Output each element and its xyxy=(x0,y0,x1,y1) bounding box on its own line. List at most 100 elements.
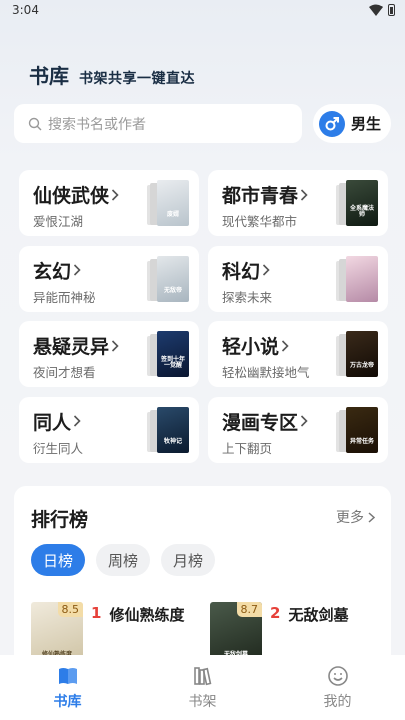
battery-icon xyxy=(388,4,395,16)
category-subtitle: 衍生同人 xyxy=(33,440,84,456)
chevron-right-icon xyxy=(368,511,375,523)
category-subtitle: 轻松幽默接地气 xyxy=(222,365,310,380)
book-stack: 签到十年一觉醒 xyxy=(147,331,189,377)
cover-title: 万古龙帝 xyxy=(349,362,374,369)
tab-label: 日榜 xyxy=(42,551,73,570)
tab-daily[interactable]: 日榜 xyxy=(31,544,85,576)
category-title-text: 轻小说 xyxy=(222,336,280,358)
search-icon xyxy=(28,117,42,130)
book-cover: 签到十年一觉醒 xyxy=(157,331,189,377)
category-title: 悬疑灵异 xyxy=(33,332,119,359)
nav-label: 书库 xyxy=(53,694,82,710)
rank-number: 1 xyxy=(91,604,102,622)
category-title: 仙侠武侠 xyxy=(33,181,119,208)
cover-title: 全系魔法师 xyxy=(349,205,374,218)
page-slogan: 书架共享一键直达 xyxy=(79,71,195,87)
nav-item-profile[interactable]: 我的 xyxy=(270,655,405,720)
score-badge: 8.7 xyxy=(236,602,262,617)
book-stack: 废婿 xyxy=(147,180,189,226)
book-cover: 无敌帝 xyxy=(157,255,189,302)
book-cover: 废婿 xyxy=(157,180,189,226)
status-time: 3:04 xyxy=(12,3,39,17)
category-card[interactable]: 悬疑灵异夜间才想看 签到十年一觉醒 xyxy=(19,321,199,387)
cover-title: 异常任务 xyxy=(349,437,374,445)
category-title-text: 科幻 xyxy=(222,260,261,283)
score-badge: 8.5 xyxy=(57,602,83,617)
ranking-more-label: 更多 xyxy=(336,510,364,526)
category-title: 都市青春 xyxy=(222,181,308,208)
ranking-more-link[interactable]: 更多 xyxy=(336,507,375,527)
category-title-text: 仙侠武侠 xyxy=(33,185,110,207)
book-stack: 万古龙帝 xyxy=(336,331,378,377)
search-input[interactable]: 搜索书名或作者 xyxy=(14,104,302,143)
category-title: 轻小说 xyxy=(222,332,289,359)
male-icon xyxy=(319,110,345,137)
nav-item-library[interactable]: 书库 xyxy=(0,655,135,720)
page-title: 书库 xyxy=(29,64,69,88)
book-cover: 异常任务 xyxy=(346,406,378,453)
book-stack: 全系魔法师 xyxy=(336,180,378,226)
chevron-right-icon xyxy=(73,259,81,281)
tab-weekly[interactable]: 周榜 xyxy=(96,544,150,576)
category-title-text: 玄幻 xyxy=(33,260,72,283)
search-placeholder: 搜索书名或作者 xyxy=(48,116,146,133)
book-cover xyxy=(346,255,378,302)
tab-label: 月榜 xyxy=(172,551,203,570)
smile-icon xyxy=(327,666,348,686)
chevron-right-icon xyxy=(300,410,308,432)
category-title-text: 同人 xyxy=(33,411,72,434)
bookshelf-icon xyxy=(193,667,211,686)
page-header: 书库 书架共享一键直达 xyxy=(29,60,195,89)
category-subtitle: 夜间才想看 xyxy=(33,365,96,380)
chevron-right-icon xyxy=(281,335,289,357)
category-card[interactable]: 科幻 探索未来 xyxy=(208,245,388,312)
category-subtitle: 异能而神秘 xyxy=(33,289,96,305)
cover-title: 签到十年一觉醒 xyxy=(160,356,185,369)
category-card[interactable]: 漫画专区上下翻页 异常任务 xyxy=(208,396,388,463)
book-cover: 万古龙帝 xyxy=(346,331,378,377)
chevron-right-icon xyxy=(73,410,81,432)
wifi-icon xyxy=(369,4,383,16)
chevron-right-icon xyxy=(262,259,270,281)
category-title-text: 漫画专区 xyxy=(222,411,299,434)
book-title: 无敌剑墓 xyxy=(288,606,349,624)
category-subtitle: 现代繁华都市 xyxy=(222,214,298,229)
category-card[interactable]: 同人衍生同人 牧神记 xyxy=(19,396,199,463)
ranking-item[interactable]: 8.7 无敌剑墓 2 无敌剑墓 xyxy=(210,602,349,672)
bottom-nav: 书库 书架 我的 xyxy=(0,655,405,720)
ranking-title: 排行榜 xyxy=(31,509,89,531)
gender-toggle-button[interactable]: 男生 xyxy=(313,104,391,143)
cover-title: 无敌帝 xyxy=(163,286,182,294)
chevron-right-icon xyxy=(300,184,308,206)
category-title-text: 都市青春 xyxy=(222,185,299,207)
nav-label: 我的 xyxy=(323,694,352,710)
nav-label: 书架 xyxy=(188,694,217,710)
tab-monthly[interactable]: 月榜 xyxy=(161,544,215,576)
rank-number: 2 xyxy=(270,604,281,622)
chevron-right-icon xyxy=(111,184,119,206)
tab-label: 周榜 xyxy=(107,551,138,570)
book-stack: 无敌帝 xyxy=(147,255,189,302)
chevron-right-icon xyxy=(111,335,119,357)
status-bar: 3:04 xyxy=(0,0,405,22)
cover-title: 牧神记 xyxy=(163,437,182,445)
category-title-text: 悬疑灵异 xyxy=(33,336,110,358)
category-card[interactable]: 玄幻异能而神秘 无敌帝 xyxy=(19,245,199,312)
nav-item-bookshelf[interactable]: 书架 xyxy=(135,655,270,720)
category-title: 同人 xyxy=(33,408,81,435)
category-card[interactable]: 都市青春现代繁华都市 全系魔法师 xyxy=(208,170,388,236)
ranking-item[interactable]: 8.5 修仙熟练度 1 修仙熟练度 xyxy=(31,602,185,672)
category-title: 玄幻 xyxy=(33,257,81,284)
category-subtitle: 上下翻页 xyxy=(222,440,273,456)
book-stack: 牧神记 xyxy=(147,406,189,453)
book-open-icon xyxy=(58,668,77,684)
category-card[interactable]: 仙侠武侠 爱恨江湖 废婿 xyxy=(19,170,199,236)
book-title: 修仙熟练度 xyxy=(109,606,185,624)
status-icons xyxy=(369,4,395,16)
category-card[interactable]: 轻小说轻松幽默接地气 万古龙帝 xyxy=(208,321,388,387)
cover-title: 废婿 xyxy=(166,211,179,218)
book-stack: 异常任务 xyxy=(336,406,378,453)
gender-label: 男生 xyxy=(351,115,382,133)
book-cover: 牧神记 xyxy=(157,406,189,453)
book-cover: 全系魔法师 xyxy=(346,180,378,226)
